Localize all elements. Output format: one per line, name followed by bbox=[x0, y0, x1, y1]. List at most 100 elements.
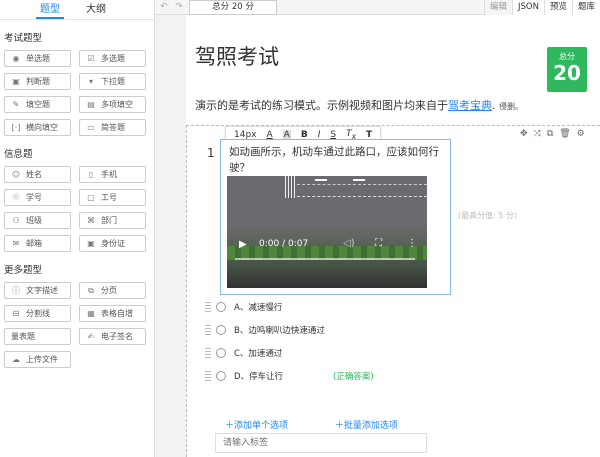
add-horizontal-fill-button[interactable]: [·] 横向填空 bbox=[4, 119, 71, 136]
volume-icon[interactable]: ◁) bbox=[343, 238, 355, 249]
video-controls: ▶ 0:00 / 0:07 ◁) ⛶ ⋮ bbox=[227, 236, 427, 256]
copy-icon[interactable]: ⧉ bbox=[547, 129, 553, 139]
question-bank-button[interactable]: 题库 bbox=[571, 0, 600, 15]
video-player[interactable]: ▶ 0:00 / 0:07 ◁) ⛶ ⋮ bbox=[227, 176, 427, 288]
exam-type-grid: ◉ 单选题 ☑ 多选题 ▣ 判断题 ▾ 下拉题 ✎ 填空题 ▤ 多项填空 [·] 横向填空 ▭… bbox=[0, 50, 154, 136]
preview-button[interactable]: 预览 bbox=[543, 0, 572, 15]
radio-circle[interactable] bbox=[216, 348, 226, 358]
road-line bbox=[297, 184, 427, 185]
edit-button[interactable]: 编辑 bbox=[484, 0, 513, 15]
btn-label: 分页 bbox=[101, 286, 117, 295]
question-editor[interactable]: 如动画所示，机动车通过此路口，应该如何行驶？ ▶ 0:00 / 0:07 ◁) … bbox=[220, 139, 451, 295]
add-name-button[interactable]: ☺ 姓名 bbox=[4, 166, 71, 183]
add-dropdown-button[interactable]: ▾ 下拉题 bbox=[79, 73, 146, 90]
phone-icon: ▯ bbox=[88, 170, 94, 179]
info-type-grid: ☺ 姓名 ▯ 手机 ☉ 学号 ▢ 工号 ⚇ 班级 ⌘ 部门 ✉ 邮箱 ▣ 身份证 bbox=[0, 166, 154, 252]
btn-label: 身份证 bbox=[101, 239, 125, 248]
judge-icon: ▣ bbox=[12, 77, 20, 86]
option-label[interactable]: C、加速通过 bbox=[234, 347, 282, 359]
add-page-break-button[interactable]: ⧉ 分页 bbox=[79, 282, 146, 299]
video-time: 0:00 / 0:07 bbox=[259, 239, 309, 249]
add-class-button[interactable]: ⚇ 班级 bbox=[4, 212, 71, 229]
add-option-links: ＋添加单个选项 ＋批量添加选项 bbox=[225, 418, 442, 431]
group-icon: ⚇ bbox=[12, 216, 20, 225]
add-id-card-button[interactable]: ▣ 身份证 bbox=[79, 235, 146, 252]
add-department-button[interactable]: ⌘ 部门 bbox=[79, 212, 146, 229]
add-divider-button[interactable]: ⊟ 分割线 bbox=[4, 305, 71, 322]
radio-circle[interactable] bbox=[216, 371, 226, 381]
add-single-label: 添加单个选项 bbox=[234, 421, 289, 431]
add-table-button[interactable]: ▦ 表格自增 bbox=[79, 305, 146, 322]
question-text[interactable]: 如动画所示，机动车通过此路口，应该如何行驶？ bbox=[229, 144, 449, 176]
play-icon[interactable]: ▶ bbox=[239, 239, 247, 250]
option-label[interactable]: A、减速慢行 bbox=[234, 301, 282, 313]
upload-icon: ☁ bbox=[12, 355, 20, 364]
btn-label: 多项填空 bbox=[101, 100, 133, 109]
add-upload-button[interactable]: ☁ 上传文件 bbox=[4, 351, 71, 368]
drag-handle-icon[interactable] bbox=[205, 325, 211, 335]
more-options-icon[interactable]: ⋮ bbox=[407, 238, 417, 249]
main-canvas: 驾照考试 总分 20 演示的是考试的练习模式。示例视频和图片均来自于驾考宝典. … bbox=[186, 15, 600, 457]
btn-label: 简答题 bbox=[101, 123, 125, 132]
score-value: 20 bbox=[553, 61, 581, 85]
id-number-icon: ☉ bbox=[12, 193, 20, 202]
radio-circle[interactable] bbox=[216, 302, 226, 312]
add-short-answer-button[interactable]: ▭ 简答题 bbox=[79, 119, 146, 136]
tab-outline[interactable]: 大纲 bbox=[82, 0, 110, 19]
option-c[interactable]: C、加速通过 bbox=[205, 346, 282, 360]
add-email-button[interactable]: ✉ 邮箱 bbox=[4, 235, 71, 252]
add-student-id-button[interactable]: ☉ 学号 bbox=[4, 189, 71, 206]
radio-circle[interactable] bbox=[216, 325, 226, 335]
json-button[interactable]: JSON bbox=[512, 0, 544, 15]
drag-handle-icon[interactable] bbox=[205, 371, 211, 381]
add-judge-button[interactable]: ▣ 判断题 bbox=[4, 73, 71, 90]
divider-icon: ⊟ bbox=[12, 309, 20, 318]
textarea-icon: ▭ bbox=[87, 123, 95, 132]
option-label[interactable]: D、停车让行 bbox=[234, 370, 283, 382]
add-single-option-link[interactable]: ＋添加单个选项 bbox=[225, 421, 310, 431]
total-score-display: 总分 20 分 bbox=[189, 0, 277, 15]
radio-icon: ◉ bbox=[12, 54, 20, 63]
add-scale-button[interactable]: 量表题 bbox=[4, 328, 71, 345]
shuffle-icon[interactable]: ⤨ bbox=[534, 129, 541, 139]
desc-suffix: 侵删。 bbox=[499, 102, 523, 111]
add-single-choice-button[interactable]: ◉ 单选题 bbox=[4, 50, 71, 67]
move-icon[interactable]: ✥ bbox=[520, 129, 528, 139]
settings-icon[interactable]: ⚙ bbox=[577, 129, 585, 139]
drag-handle-icon[interactable] bbox=[205, 348, 211, 358]
tag-input[interactable] bbox=[215, 433, 427, 453]
option-d[interactable]: D、停车让行 (正确答案) bbox=[205, 369, 374, 383]
question-block: 14px A A B I S Tx T ✥ ⤨ ⧉ 🗑 ⚙ 1 如动画所示，机动… bbox=[186, 125, 600, 457]
add-text-desc-button[interactable]: ⓘ 文字描述 bbox=[4, 282, 71, 299]
video-progress-bar[interactable] bbox=[235, 258, 415, 260]
add-multi-choice-button[interactable]: ☑ 多选题 bbox=[79, 50, 146, 67]
add-batch-option-link[interactable]: ＋批量添加选项 bbox=[335, 421, 420, 431]
option-b[interactable]: B、边鸣喇叭边快速通过 bbox=[205, 323, 325, 337]
signature-icon: ✍ bbox=[87, 332, 95, 341]
add-multi-fill-button[interactable]: ▤ 多项填空 bbox=[79, 96, 146, 113]
fullscreen-icon[interactable]: ⛶ bbox=[375, 238, 382, 249]
add-signature-button[interactable]: ✍ 电子签名 bbox=[79, 328, 146, 345]
mail-icon: ✉ bbox=[12, 239, 20, 248]
delete-icon[interactable]: 🗑 bbox=[559, 129, 570, 139]
page-title[interactable]: 驾照考试 bbox=[195, 41, 279, 71]
exam-description[interactable]: 演示的是考试的练习模式。示例视频和图片均来自于驾考宝典. 侵删。 bbox=[195, 97, 523, 113]
btn-label: 上传文件 bbox=[26, 355, 58, 364]
info-icon: ⓘ bbox=[12, 286, 20, 295]
option-a[interactable]: A、减速慢行 bbox=[205, 300, 282, 314]
top-toolbar: ↶ ↷ 总分 20 分 编辑 JSON 预览 题库 bbox=[155, 0, 600, 15]
desc-link[interactable]: 驾考宝典 bbox=[448, 99, 492, 112]
btn-label: 工号 bbox=[101, 193, 117, 202]
tab-question-types[interactable]: 题型 bbox=[36, 0, 64, 19]
add-employee-id-button[interactable]: ▢ 工号 bbox=[79, 189, 146, 206]
drag-handle-icon[interactable] bbox=[205, 302, 211, 312]
video-frame bbox=[227, 176, 427, 226]
redo-icon[interactable]: ↷ bbox=[172, 1, 186, 13]
undo-icon[interactable]: ↶ bbox=[157, 1, 171, 13]
table-icon: ▦ bbox=[87, 309, 95, 318]
btn-label: 手机 bbox=[101, 170, 117, 179]
option-label[interactable]: B、边鸣喇叭边快速通过 bbox=[234, 324, 325, 336]
add-fill-button[interactable]: ✎ 填空题 bbox=[4, 96, 71, 113]
add-phone-button[interactable]: ▯ 手机 bbox=[79, 166, 146, 183]
btn-label: 部门 bbox=[101, 216, 117, 225]
